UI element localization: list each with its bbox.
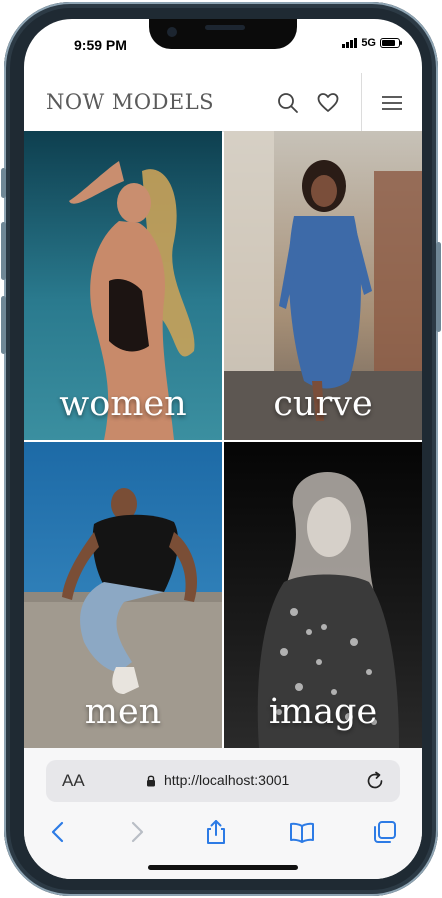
menu-icon[interactable] [380, 91, 404, 115]
category-label: women [59, 384, 187, 424]
network-label: 5G [361, 37, 376, 49]
category-tile-women[interactable]: women [24, 131, 222, 440]
category-grid: women curve men image [24, 131, 422, 748]
phone-screen: 9:59 PM 5G NOW MODELS women curve men im… [24, 19, 422, 879]
lock-icon [147, 775, 155, 787]
silent-switch [1, 168, 6, 198]
forward-icon[interactable] [122, 818, 150, 846]
volume-down-button [1, 296, 6, 354]
front-camera [167, 27, 177, 37]
battery-icon [380, 38, 402, 48]
browser-nav-row [24, 814, 422, 850]
header-divider [361, 73, 362, 131]
address-bar[interactable]: AA http://localhost:3001 [46, 760, 400, 802]
browser-toolbar: AA http://localhost:3001 [24, 748, 422, 879]
power-button [436, 242, 441, 332]
bookmarks-icon[interactable] [288, 818, 316, 846]
battery-fill [382, 40, 395, 46]
category-tile-men[interactable]: men [24, 442, 222, 748]
notch [149, 19, 297, 49]
signal-icon [342, 38, 358, 48]
status-time: 9:59 PM [74, 37, 127, 53]
text-size-button[interactable]: AA [62, 771, 85, 791]
category-tile-image[interactable]: image [224, 442, 422, 748]
heart-icon[interactable] [316, 91, 340, 115]
back-icon[interactable] [45, 818, 73, 846]
tabs-icon[interactable] [371, 818, 399, 846]
category-label: curve [273, 384, 373, 424]
search-icon[interactable] [276, 91, 300, 115]
category-label: image [268, 692, 378, 732]
earpiece [205, 25, 245, 30]
category-tile-curve[interactable]: curve [224, 131, 422, 440]
url-text[interactable]: http://localhost:3001 [164, 772, 289, 788]
site-header: NOW MODELS [24, 73, 422, 132]
reload-icon[interactable] [364, 770, 386, 792]
share-icon[interactable] [202, 818, 230, 846]
volume-up-button [1, 222, 6, 280]
site-logo[interactable]: NOW MODELS [46, 90, 214, 114]
status-indicators: 5G [342, 37, 402, 49]
category-label: men [84, 692, 162, 732]
home-indicator[interactable] [148, 865, 298, 870]
